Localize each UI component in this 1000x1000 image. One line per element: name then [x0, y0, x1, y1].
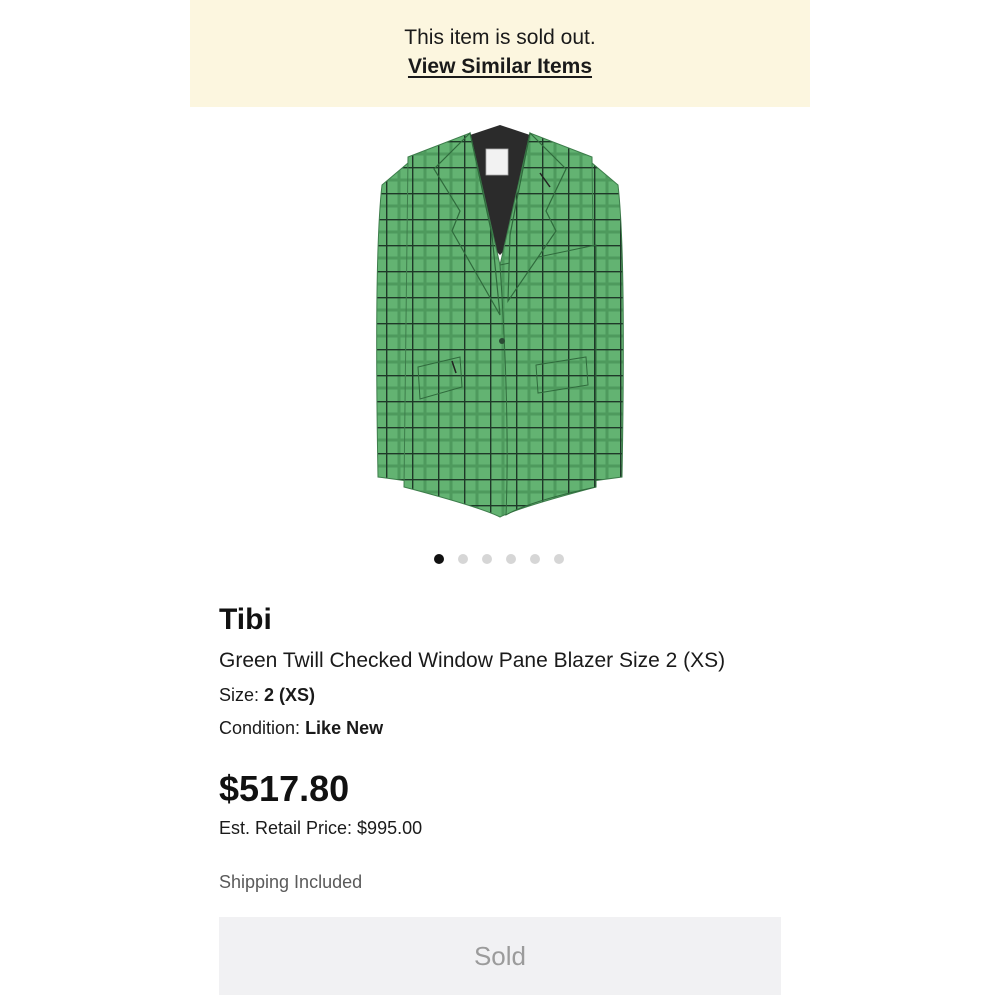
condition-value: Like New	[305, 718, 384, 738]
view-similar-items-link[interactable]: View Similar Items	[408, 55, 592, 78]
gallery-dot[interactable]	[458, 554, 468, 564]
sold-out-message: This item is sold out.	[404, 26, 596, 49]
gallery-dot[interactable]	[506, 554, 516, 564]
product-title: Green Twill Checked Window Pane Blazer S…	[219, 649, 726, 672]
shipping-note: Shipping Included	[219, 872, 363, 892]
gallery-dot[interactable]	[530, 554, 540, 564]
product-image[interactable]	[360, 115, 640, 535]
condition-row: Condition: Like New	[219, 718, 383, 739]
blazer-illustration	[376, 125, 624, 518]
gallery-pagination	[434, 554, 564, 566]
size-row: Size: 2 (XS)	[219, 685, 315, 706]
gallery-dot[interactable]	[482, 554, 492, 564]
gallery-dot[interactable]	[554, 554, 564, 564]
size-value: 2 (XS)	[264, 685, 316, 705]
retail-price: Est. Retail Price: $995.00	[219, 818, 423, 838]
sold-out-banner: This item is sold out. View Similar Item…	[190, 0, 810, 107]
condition-label: Condition:	[219, 718, 306, 738]
brand-name[interactable]: Tibi	[219, 603, 272, 637]
product-page: This item is sold out. View Similar Item…	[0, 0, 1000, 1000]
gallery-dot[interactable]	[434, 554, 444, 564]
price: $517.80	[219, 768, 350, 809]
size-label: Size:	[219, 685, 265, 705]
sold-button[interactable]: Sold	[219, 917, 781, 995]
